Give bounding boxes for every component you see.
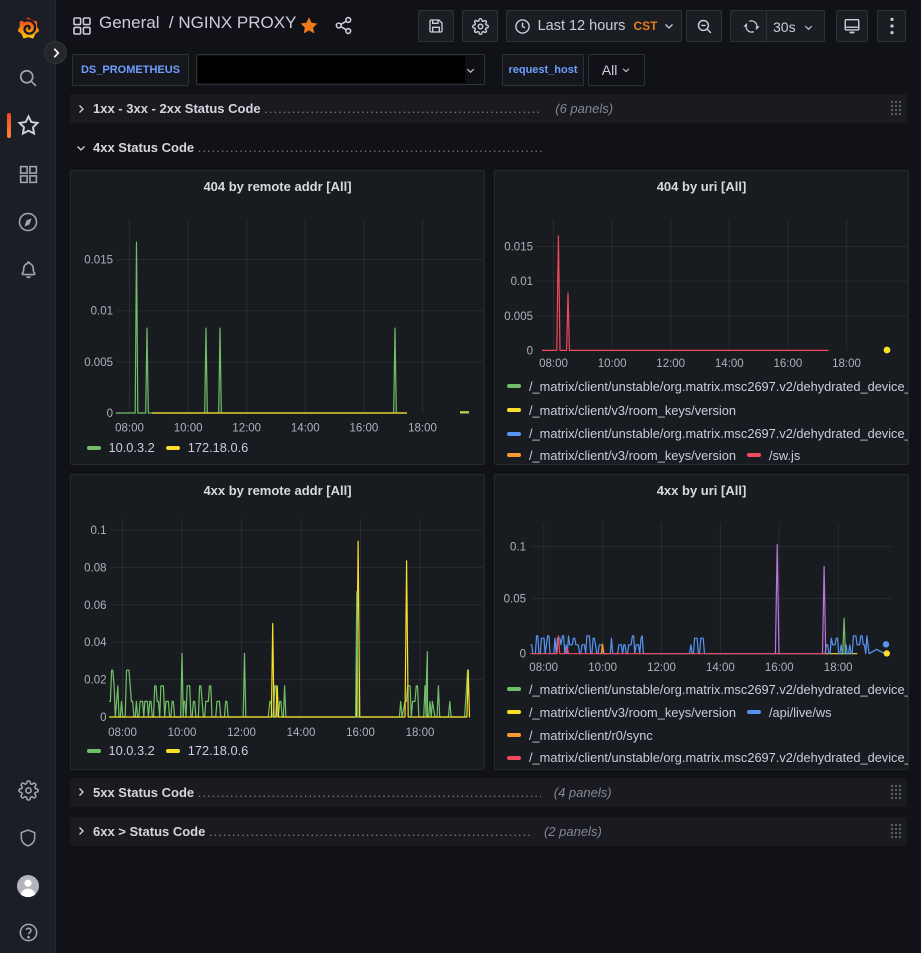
- svg-text:0.005: 0.005: [504, 311, 533, 323]
- svg-text:0: 0: [107, 408, 113, 420]
- svg-text:14:00: 14:00: [706, 662, 735, 674]
- svg-text:12:00: 12:00: [227, 727, 256, 739]
- svg-text:0.06: 0.06: [84, 600, 106, 612]
- svg-text:10:00: 10:00: [168, 727, 197, 739]
- svg-text:0.015: 0.015: [84, 255, 113, 267]
- svg-text:16:00: 16:00: [774, 358, 803, 370]
- svg-text:12:00: 12:00: [656, 358, 685, 370]
- svg-text:14:00: 14:00: [715, 358, 744, 370]
- svg-text:12:00: 12:00: [647, 662, 676, 674]
- svg-text:18:00: 18:00: [832, 358, 861, 370]
- svg-text:08:00: 08:00: [539, 358, 568, 370]
- svg-text:08:00: 08:00: [529, 662, 558, 674]
- svg-text:10:00: 10:00: [174, 423, 203, 435]
- svg-text:16:00: 16:00: [350, 423, 379, 435]
- svg-text:0.01: 0.01: [91, 306, 113, 318]
- svg-text:08:00: 08:00: [108, 727, 137, 739]
- svg-text:0.1: 0.1: [510, 542, 526, 554]
- svg-text:0: 0: [527, 345, 533, 357]
- svg-text:14:00: 14:00: [287, 727, 316, 739]
- svg-text:18:00: 18:00: [824, 662, 853, 674]
- svg-text:0.02: 0.02: [84, 675, 106, 687]
- svg-text:18:00: 18:00: [406, 727, 435, 739]
- svg-text:0.005: 0.005: [84, 357, 113, 369]
- svg-text:0.015: 0.015: [504, 242, 533, 254]
- svg-text:16:00: 16:00: [765, 662, 794, 674]
- svg-text:0.08: 0.08: [84, 562, 106, 574]
- svg-text:10:00: 10:00: [588, 662, 617, 674]
- svg-text:0: 0: [100, 712, 106, 724]
- svg-text:0.1: 0.1: [91, 525, 107, 537]
- svg-text:0.04: 0.04: [84, 637, 107, 649]
- svg-text:16:00: 16:00: [346, 727, 375, 739]
- svg-text:12:00: 12:00: [232, 423, 261, 435]
- svg-text:18:00: 18:00: [408, 423, 437, 435]
- svg-text:0: 0: [520, 649, 526, 661]
- svg-text:0.05: 0.05: [504, 594, 526, 606]
- svg-text:14:00: 14:00: [291, 423, 320, 435]
- svg-text:0.01: 0.01: [511, 276, 533, 288]
- svg-text:10:00: 10:00: [598, 358, 627, 370]
- svg-text:08:00: 08:00: [115, 423, 144, 435]
